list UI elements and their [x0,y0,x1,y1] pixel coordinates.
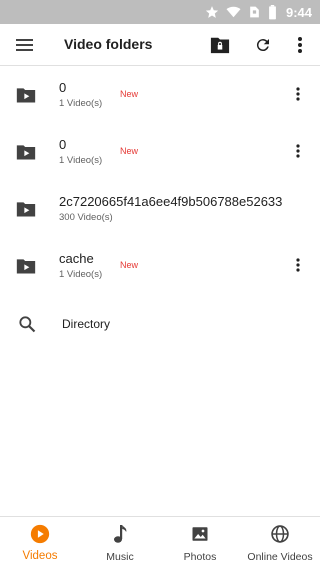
nav-label: Music [106,551,134,563]
video-folder-icon [16,88,36,103]
star-icon [205,6,219,18]
wifi-icon [226,6,241,18]
directory-item[interactable]: Directory [0,300,320,348]
refresh-icon [256,39,269,52]
battery-icon [269,4,276,19]
nav-item-music[interactable]: Music [80,517,160,568]
status-bar: 9:44 [0,0,320,24]
overflow-menu-button[interactable] [288,33,312,57]
video-count: 1 Video(s) [59,155,103,166]
locked-folder-icon [210,37,230,54]
private-folder-button[interactable] [208,33,232,57]
folder-item[interactable]: 0 1 Video(s) New [0,66,320,123]
folder-item[interactable]: 0 1 Video(s) New [0,123,320,180]
refresh-button[interactable] [251,33,275,57]
video-count: 1 Video(s) [59,269,103,280]
video-folder-icon [16,145,36,160]
nav-label: Photos [183,551,217,563]
more-vert-icon [296,144,300,158]
folder-list: 0 1 Video(s) New 0 1 Video(s) New 2c7220… [0,66,320,294]
search-icon [19,316,36,333]
folder-item[interactable]: 2c7220665f41a6ee4f9b506788e52633 300 Vid… [0,180,320,237]
globe-icon [271,525,289,543]
more-vert-icon [298,37,302,53]
status-icons: 9:44 [205,0,312,24]
nav-item-photos[interactable]: Photos [160,517,240,568]
folder-options-button[interactable] [288,141,308,161]
video-folder-icon [16,202,36,217]
music-note-icon [114,525,127,543]
directory-label: Directory [62,317,111,331]
nav-label: Videos [22,550,58,562]
more-vert-icon [296,258,300,272]
no-sim-icon [250,6,259,18]
video-count: 1 Video(s) [59,98,103,109]
nav-item-videos[interactable]: Videos [0,517,80,568]
folder-item[interactable]: cache 1 Video(s) New [0,237,320,294]
app-bar: Video folders [0,24,320,66]
status-time: 9:44 [285,4,312,20]
video-count: 300 Video(s) [59,212,113,223]
folder-name: 2c7220665f41a6ee4f9b506788e52633 [59,194,283,209]
folder-name: 0 [59,80,67,95]
folder-options-button[interactable] [288,84,308,104]
folder-name: 0 [59,137,67,152]
page-title: Video folders [64,36,153,52]
hamburger-icon [16,39,33,51]
play-circle-icon [30,524,50,544]
new-badge: New [120,260,139,270]
nav-item-online-videos[interactable]: Online Videos [240,517,320,568]
new-badge: New [120,146,139,156]
bottom-nav: Videos Music Photos Online Videos [0,516,320,568]
video-folder-icon [16,259,36,274]
more-vert-icon [296,87,300,101]
folder-name: cache [59,251,94,266]
image-icon [192,527,208,541]
nav-label: Online Videos [247,551,313,563]
menu-button[interactable] [14,35,36,55]
new-badge: New [120,89,139,99]
folder-options-button[interactable] [288,255,308,275]
